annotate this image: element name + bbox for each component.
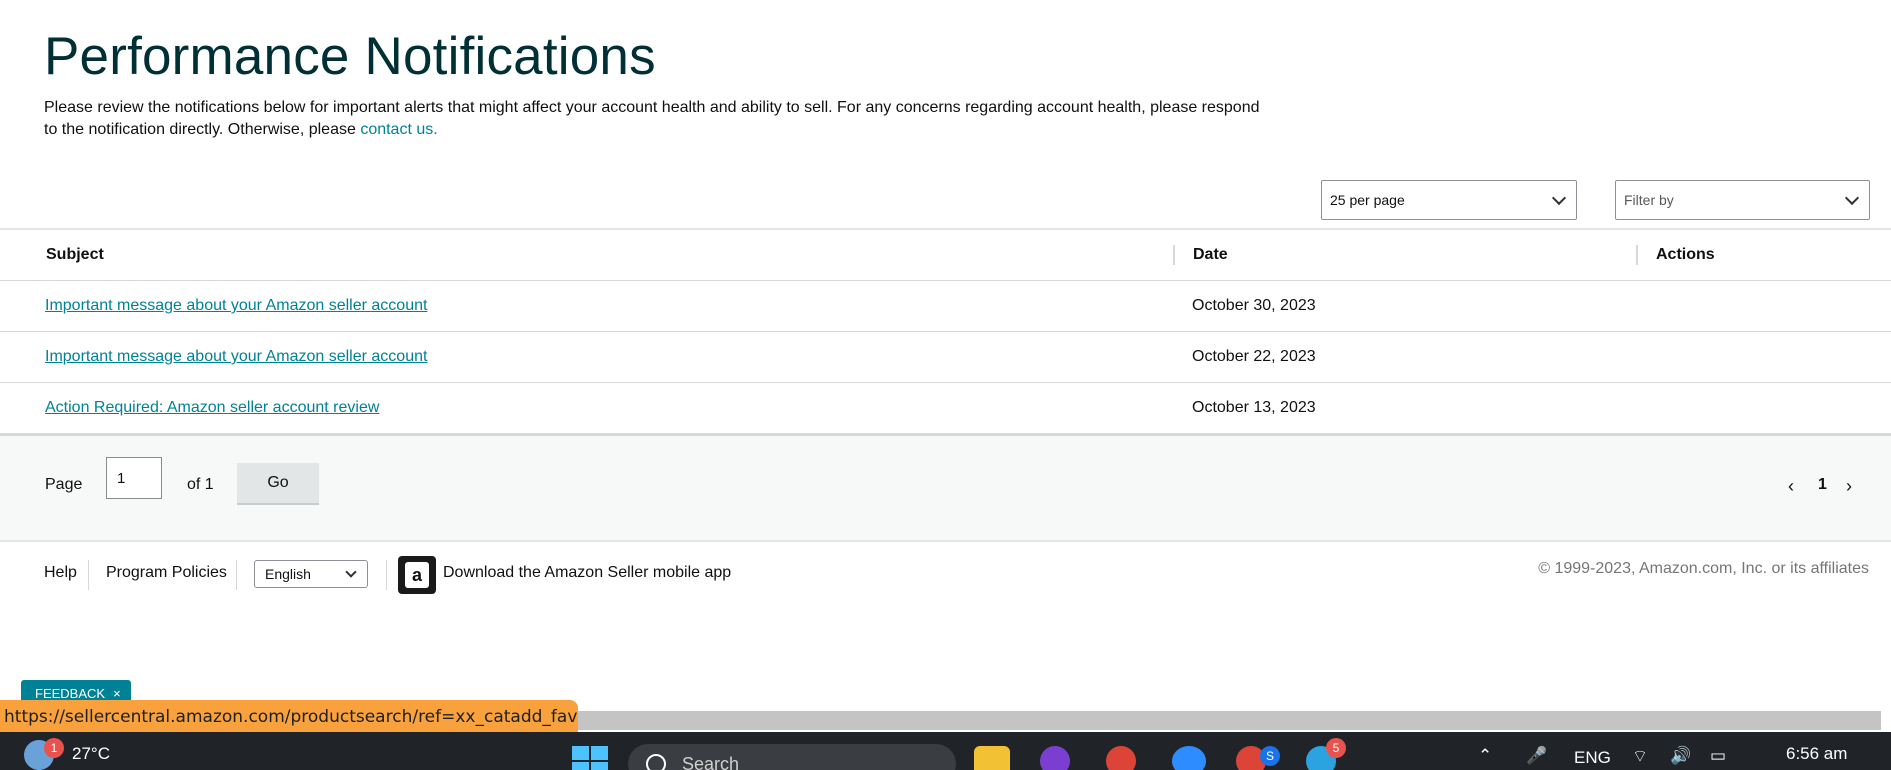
link-status-bar: https://sellercentral.amazon.com/product… bbox=[0, 700, 578, 732]
windows-start-icon[interactable] bbox=[572, 746, 608, 770]
intro-text: Please review the notifications below fo… bbox=[44, 97, 1274, 141]
notification-subject-link[interactable]: Important message about your Amazon sell… bbox=[45, 348, 427, 366]
column-divider bbox=[1173, 245, 1175, 265]
notification-date: October 13, 2023 bbox=[1192, 399, 1316, 416]
notification-date: October 22, 2023 bbox=[1192, 348, 1316, 365]
close-icon[interactable]: × bbox=[113, 686, 121, 701]
chevron-up-icon[interactable]: ⌃ bbox=[1478, 746, 1492, 766]
input-language[interactable]: ENG bbox=[1574, 748, 1611, 768]
horizontal-scrollbar[interactable] bbox=[578, 711, 1881, 730]
table-row: Action Required: Amazon seller account r… bbox=[0, 383, 1891, 434]
amazon-logo-glyph: a bbox=[405, 562, 429, 588]
download-app-link[interactable]: Download the Amazon Seller mobile app bbox=[443, 564, 731, 582]
copyright-text: © 1999-2023, Amazon.com, Inc. or its aff… bbox=[1538, 560, 1869, 577]
pagination-bar: Page of 1 Go ‹ 1 › bbox=[0, 434, 1891, 542]
language-value: English bbox=[265, 566, 311, 582]
page: Performance Notifications Please review … bbox=[0, 0, 1891, 770]
amazon-app-icon[interactable]: a bbox=[398, 556, 436, 594]
go-button[interactable]: Go bbox=[237, 463, 319, 505]
column-actions: Actions bbox=[1656, 246, 1715, 263]
taskbar-search[interactable]: Search bbox=[628, 744, 956, 770]
current-page-number[interactable]: 1 bbox=[1818, 476, 1827, 494]
microphone-icon[interactable]: 🎤 bbox=[1526, 746, 1547, 766]
temperature[interactable]: 27°C bbox=[72, 744, 110, 764]
per-page-select[interactable]: 25 per page bbox=[1321, 180, 1577, 220]
app-icon[interactable] bbox=[1040, 746, 1070, 770]
page-label: Page bbox=[45, 476, 83, 493]
search-icon bbox=[646, 754, 666, 770]
prev-page-icon[interactable]: ‹ bbox=[1788, 476, 1794, 497]
page-count-label: of 1 bbox=[187, 476, 214, 493]
language-select[interactable]: English bbox=[254, 560, 368, 588]
feedback-label: FEEDBACK bbox=[35, 685, 106, 701]
notifications-table: Subject Date Actions Important message a… bbox=[0, 228, 1891, 434]
footer-divider bbox=[386, 560, 387, 590]
file-explorer-icon[interactable] bbox=[974, 746, 1010, 770]
search-placeholder: Search bbox=[682, 754, 740, 770]
page-number-input[interactable] bbox=[106, 457, 162, 499]
chevron-down-icon bbox=[1844, 190, 1860, 206]
page-title: Performance Notifications bbox=[44, 27, 656, 86]
next-page-icon[interactable]: › bbox=[1846, 476, 1852, 497]
notification-date: October 30, 2023 bbox=[1192, 297, 1316, 314]
table-header: Subject Date Actions bbox=[0, 228, 1891, 281]
intro-body: Please review the notifications below fo… bbox=[44, 99, 1260, 138]
telegram-badge: 5 bbox=[1326, 738, 1346, 758]
volume-icon[interactable]: 🔊 bbox=[1670, 746, 1691, 766]
wifi-icon[interactable]: ⌔ bbox=[1632, 746, 1648, 767]
per-page-value: 25 per page bbox=[1330, 192, 1405, 208]
filter-select[interactable]: Filter by bbox=[1615, 180, 1870, 220]
clock-time[interactable]: 6:56 am bbox=[1786, 744, 1847, 764]
chevron-down-icon bbox=[1551, 190, 1567, 206]
footer-divider bbox=[236, 560, 237, 590]
help-link[interactable]: Help bbox=[44, 564, 77, 582]
program-policies-link[interactable]: Program Policies bbox=[106, 564, 227, 582]
table-row: Important message about your Amazon sell… bbox=[0, 332, 1891, 383]
filter-placeholder: Filter by bbox=[1624, 192, 1674, 208]
footer-divider bbox=[88, 560, 89, 590]
notification-subject-link[interactable]: Important message about your Amazon sell… bbox=[45, 297, 427, 315]
contact-us-link[interactable]: contact us. bbox=[360, 121, 437, 138]
zoom-icon[interactable] bbox=[1172, 746, 1206, 770]
column-date[interactable]: Date bbox=[1193, 246, 1228, 264]
notification-subject-link[interactable]: Action Required: Amazon seller account r… bbox=[45, 399, 379, 417]
table-row: Important message about your Amazon sell… bbox=[0, 281, 1891, 332]
chrome-profile-badge: S bbox=[1260, 746, 1280, 766]
weather-badge: 1 bbox=[44, 738, 64, 758]
column-subject[interactable]: Subject bbox=[46, 246, 104, 264]
chrome-icon[interactable] bbox=[1106, 746, 1136, 770]
column-divider bbox=[1636, 245, 1638, 265]
battery-icon[interactable]: ▭ bbox=[1710, 746, 1726, 766]
footer: Help Program Policies English a Download… bbox=[0, 548, 1891, 600]
taskbar: 1 27°C Search S 5 ⌃ 🎤 ENG ⌔ 🔊 ▭ 6:56 am bbox=[0, 732, 1891, 770]
chevron-down-icon bbox=[345, 566, 357, 578]
